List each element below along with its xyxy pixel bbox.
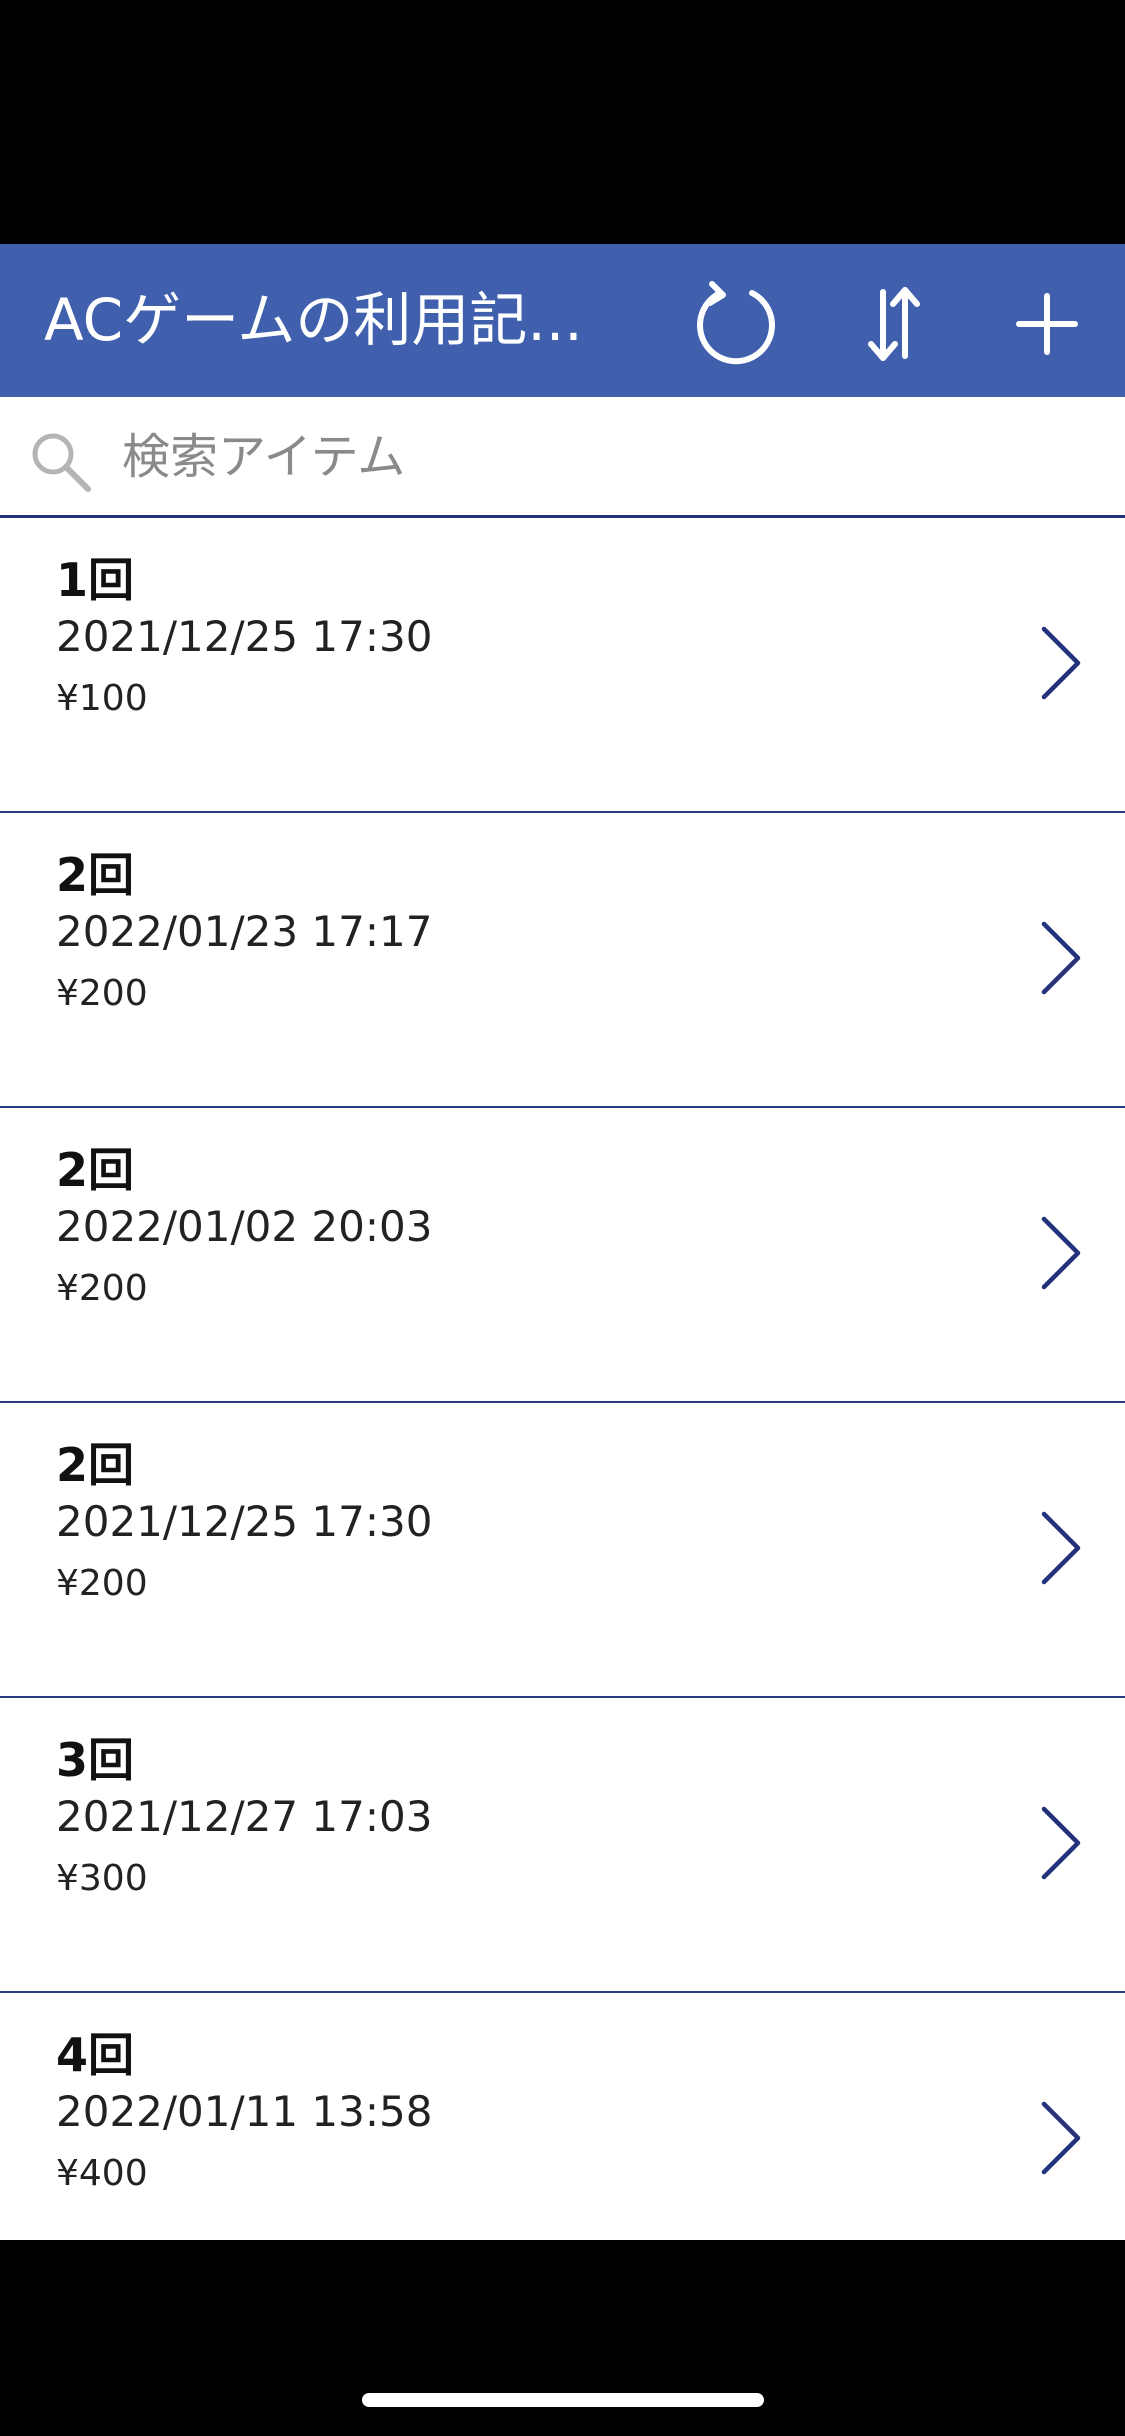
item-price: ¥300 xyxy=(56,1858,148,1899)
item-title: 1回 xyxy=(56,553,135,607)
item-date: 2022/01/11 13:58 xyxy=(56,2087,433,2136)
list-item[interactable]: 2回 2022/01/23 17:17 ¥200 xyxy=(0,813,1125,1108)
sort-button[interactable] xyxy=(845,276,941,372)
item-date: 2022/01/02 20:03 xyxy=(56,1202,433,1251)
refresh-button[interactable] xyxy=(690,276,786,372)
item-title: 2回 xyxy=(56,1438,135,1492)
chevron-right-icon[interactable] xyxy=(1034,623,1090,703)
chevron-right-icon[interactable] xyxy=(1034,1508,1090,1588)
item-title: 4回 xyxy=(56,2028,135,2082)
item-title: 2回 xyxy=(56,1143,135,1197)
chevron-right-icon[interactable] xyxy=(1034,1803,1090,1883)
item-price: ¥200 xyxy=(56,1563,148,1604)
app-header: ACゲームの利用記... xyxy=(0,244,1125,397)
item-title: 2回 xyxy=(56,848,135,902)
search-input[interactable] xyxy=(120,415,1084,499)
item-title: 3回 xyxy=(56,1733,135,1787)
home-indicator[interactable] xyxy=(362,2393,764,2407)
item-price: ¥200 xyxy=(56,1268,148,1309)
item-date: 2021/12/25 17:30 xyxy=(56,1497,433,1546)
list-item[interactable]: 2回 2021/12/25 17:30 ¥200 xyxy=(0,1403,1125,1698)
item-date: 2022/01/23 17:17 xyxy=(56,907,433,956)
search-bar xyxy=(0,397,1125,518)
item-date: 2021/12/25 17:30 xyxy=(56,612,433,661)
list-item[interactable]: 4回 2022/01/11 13:58 ¥400 xyxy=(0,1993,1125,2240)
list-item[interactable]: 2回 2022/01/02 20:03 ¥200 xyxy=(0,1108,1125,1403)
records-list: 1回 2021/12/25 17:30 ¥100 2回 2022/01/23 1… xyxy=(0,518,1125,2240)
item-date: 2021/12/27 17:03 xyxy=(56,1792,433,1841)
item-price: ¥400 xyxy=(56,2153,148,2194)
status-bar-area xyxy=(0,0,1125,244)
search-icon xyxy=(32,433,91,492)
chevron-right-icon[interactable] xyxy=(1034,1213,1090,1293)
plus-icon xyxy=(1016,293,1078,355)
refresh-icon xyxy=(697,281,775,365)
item-price: ¥100 xyxy=(56,678,148,719)
add-button[interactable] xyxy=(999,276,1095,372)
list-item[interactable]: 3回 2021/12/27 17:03 ¥300 xyxy=(0,1698,1125,1993)
sort-icon xyxy=(868,287,920,361)
item-price: ¥200 xyxy=(56,973,148,1014)
chevron-right-icon[interactable] xyxy=(1034,2098,1090,2178)
chevron-right-icon[interactable] xyxy=(1034,918,1090,998)
list-item[interactable]: 1回 2021/12/25 17:30 ¥100 xyxy=(0,518,1125,813)
app-screen: ACゲームの利用記... 1回 2021/12/25 17:30 xyxy=(0,0,1125,2436)
page-title: ACゲームの利用記... xyxy=(44,286,583,354)
